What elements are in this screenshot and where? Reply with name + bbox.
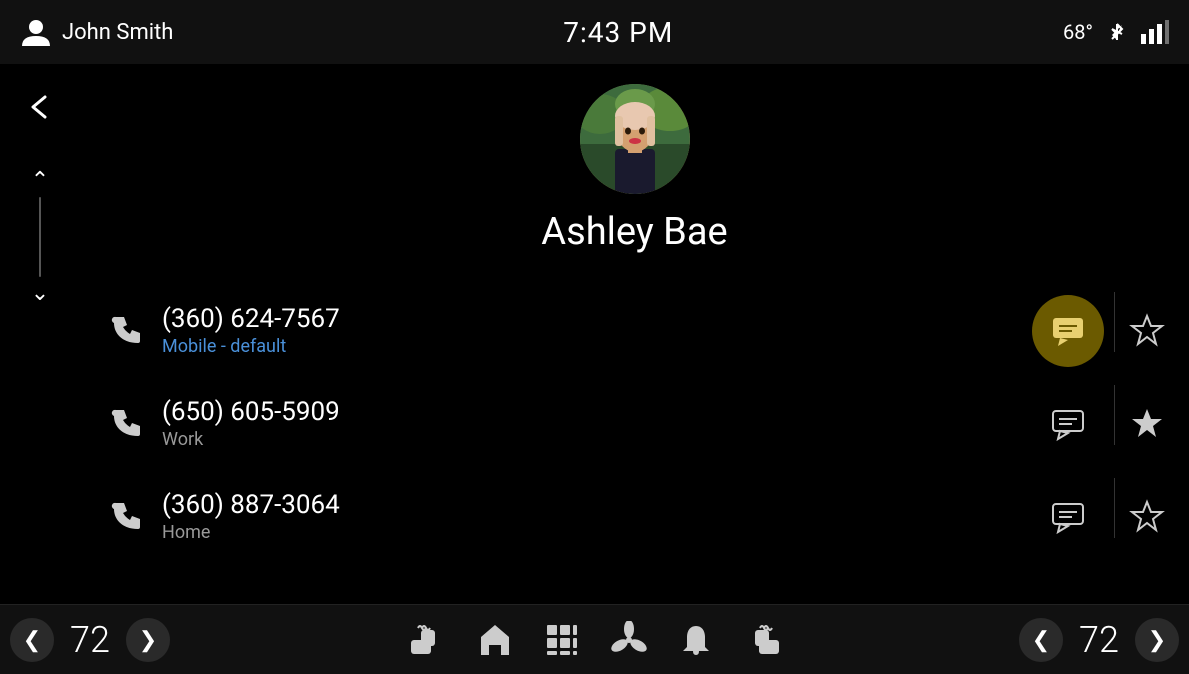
status-time: 7:43 PM	[563, 16, 673, 49]
phone-number-2: (650) 605-5909	[162, 397, 1022, 427]
seat-heat-left-button[interactable]	[406, 620, 446, 660]
phone-entry-1: (360) 624-7567 Mobile - default	[80, 284, 1189, 377]
seat-heat-left-icon	[406, 620, 446, 660]
phone-type-2: Work	[162, 429, 1022, 450]
fan-button[interactable]	[610, 621, 648, 659]
phone-entry-2-info: (650) 605-5909 Work	[80, 385, 1042, 462]
chevron-down-icon: ⌄	[31, 281, 49, 306]
home-button[interactable]	[476, 621, 514, 659]
phone-number-1: (360) 624-7567	[162, 304, 1012, 334]
bottom-nav	[406, 620, 784, 660]
grid-icon	[544, 622, 580, 658]
temp-control-left: ❮ 72 ❯	[10, 618, 170, 662]
user-name: John Smith	[62, 20, 173, 45]
phone-icon-3	[110, 501, 142, 533]
temp-value-right: 72	[1069, 619, 1129, 661]
phone-info-3: (360) 887-3064 Home	[162, 490, 1022, 543]
phone-icon-1	[110, 315, 142, 347]
main-content: ⌃ ⌄	[0, 64, 1189, 604]
home-icon	[476, 621, 514, 659]
phone-entry-3: (360) 887-3064 Home	[80, 470, 1189, 563]
apps-button[interactable]	[544, 622, 580, 658]
phone-info-1: (360) 624-7567 Mobile - default	[162, 304, 1012, 357]
chevron-up-icon: ⌃	[31, 168, 49, 193]
temp-decrease-left[interactable]: ❮	[10, 618, 54, 662]
message-button-3[interactable]	[1042, 491, 1094, 543]
divider-1	[1114, 292, 1115, 352]
phone-type-3: Home	[162, 522, 1022, 543]
temp-decrease-right[interactable]: ❮	[1019, 618, 1063, 662]
message-button-1-active[interactable]	[1032, 295, 1104, 367]
scroll-indicator: ⌃ ⌄	[31, 168, 49, 306]
favorite-button-2[interactable]	[1125, 402, 1169, 446]
bottom-bar: ❮ 72 ❯	[0, 604, 1189, 674]
phone-number-3: (360) 887-3064	[162, 490, 1022, 520]
favorite-button-1[interactable]	[1125, 309, 1169, 353]
seat-heat-right-button[interactable]	[744, 620, 784, 660]
back-icon	[25, 92, 55, 122]
temp-increase-right[interactable]: ❯	[1135, 618, 1179, 662]
message-icon-3	[1050, 499, 1086, 535]
divider-2	[1114, 385, 1115, 445]
temp-increase-left[interactable]: ❯	[126, 618, 170, 662]
bell-icon	[678, 622, 714, 658]
status-right: 68°	[1063, 20, 1169, 44]
divider-3	[1114, 478, 1115, 538]
seat-heat-right-icon	[744, 620, 784, 660]
status-bar: John Smith 7:43 PM 68°	[0, 0, 1189, 64]
temperature-display: 68°	[1063, 20, 1093, 44]
scroll-line	[39, 197, 41, 277]
contact-avatar	[580, 84, 690, 194]
center-content: Ashley Bae (360) 624-7567 Mobile - defau…	[80, 64, 1189, 604]
phone-entry-3-info: (360) 887-3064 Home	[80, 478, 1042, 555]
temp-value-left: 72	[60, 619, 120, 661]
left-sidebar: ⌃ ⌄	[0, 64, 80, 604]
message-icon-2	[1050, 406, 1086, 442]
favorite-button-3[interactable]	[1125, 495, 1169, 539]
avatar-image	[580, 84, 690, 194]
signal-icon	[1141, 20, 1169, 44]
phone-entry-1-info: (360) 624-7567 Mobile - default	[80, 292, 1032, 369]
status-left: John Smith	[20, 16, 173, 48]
star-empty-icon-3	[1129, 499, 1165, 535]
phone-info-2: (650) 605-5909 Work	[162, 397, 1022, 450]
message-icon-active	[1050, 313, 1086, 349]
back-button[interactable]	[17, 84, 63, 138]
star-filled-icon-2	[1129, 406, 1165, 442]
fan-icon	[610, 621, 648, 659]
contact-name: Ashley Bae	[541, 210, 727, 254]
user-icon	[20, 16, 52, 48]
phone-type-1: Mobile - default	[162, 336, 1012, 357]
temp-control-right: ❮ 72 ❯	[1019, 618, 1179, 662]
bluetooth-icon	[1105, 20, 1129, 44]
phone-icon-2	[110, 408, 142, 440]
star-empty-icon-1	[1129, 313, 1165, 349]
phone-entry-2: (650) 605-5909 Work	[80, 377, 1189, 470]
bell-button[interactable]	[678, 622, 714, 658]
message-button-2[interactable]	[1042, 398, 1094, 450]
phone-list: (360) 624-7567 Mobile - default	[80, 284, 1189, 563]
